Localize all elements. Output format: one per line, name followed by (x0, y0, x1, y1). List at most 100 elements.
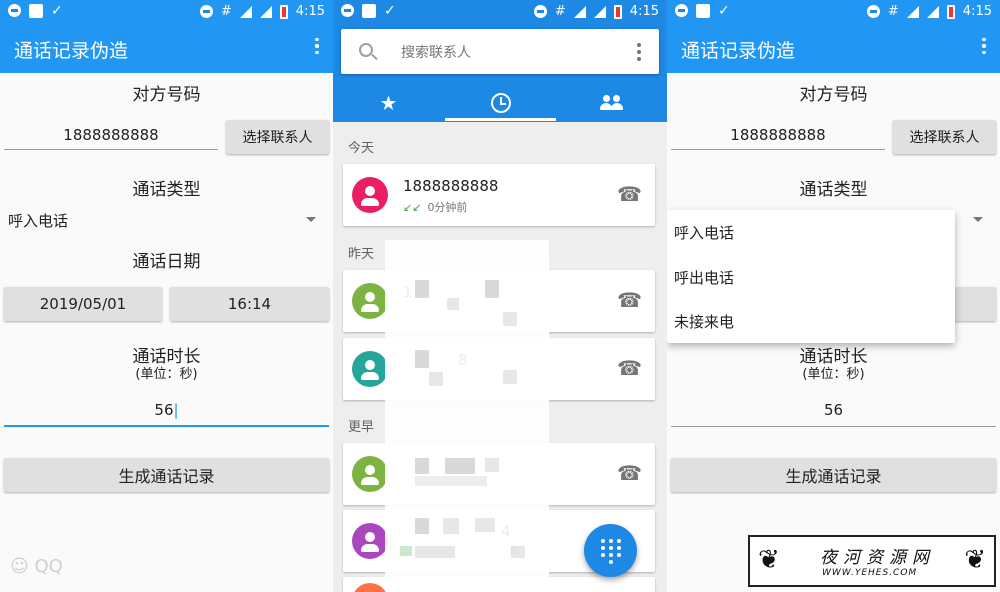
duration-unit: (单位：秒) (802, 367, 865, 382)
phone-icon[interactable]: ☎ (617, 358, 642, 378)
call-date-label: 通话日期 (132, 252, 201, 272)
date-picker-button[interactable]: 2019/05/01 (4, 287, 162, 321)
call-type-select[interactable]: 呼入电话 (8, 210, 320, 232)
dialer-header: ✓ # 4:15 搜索联系人 ★ (333, 0, 667, 122)
call-time: ↙↙ 0分钟前 (403, 201, 468, 214)
call-type-label: 通话类型 (799, 180, 868, 200)
dialpad-fab[interactable] (584, 524, 637, 577)
call-type-label: 通话类型 (132, 180, 201, 200)
check-icon: ✓ (384, 3, 396, 19)
call-number: 1888888888 (403, 177, 499, 195)
section-earlier: 更早 (348, 420, 375, 435)
avatar (352, 523, 388, 559)
phone-number-field[interactable]: 1888888888 (671, 126, 885, 150)
signal-icon (573, 5, 586, 18)
privacy-mosaic (385, 240, 549, 580)
search-icon (359, 43, 373, 57)
dropdown-arrow-icon (973, 217, 983, 222)
phone-label: 对方号码 (799, 85, 868, 105)
search-placeholder: 搜索联系人 (401, 45, 471, 61)
duration-unit: (单位：秒) (135, 367, 198, 382)
more-options-icon[interactable] (315, 38, 319, 54)
more-options-icon[interactable] (637, 43, 641, 61)
eye-icon (8, 4, 21, 17)
signal-icon (906, 5, 919, 18)
star-icon: ★ (379, 91, 398, 115)
call-type-dropdown-menu: 呼入电话 呼出电话 未接来电 (667, 210, 955, 343)
choose-contact-button[interactable]: 选择联系人 (893, 120, 996, 154)
tab-recents[interactable] (445, 84, 556, 122)
image-icon (29, 4, 43, 18)
generator-screen-2: ✓ # 4:15 通话记录伪造 对方号码 1888888888 选择联系人 通话… (667, 0, 1000, 592)
tab-contacts[interactable] (556, 84, 667, 122)
dropdown-arrow-icon (306, 217, 316, 222)
phone-icon[interactable]: ☎ (617, 463, 642, 483)
phone-icon[interactable]: ☎ (617, 290, 642, 310)
image-icon (696, 4, 710, 18)
status-bar: ✓ # 4:15 (0, 0, 333, 24)
generate-record-button[interactable]: 生成通话记录 (4, 458, 329, 492)
generate-record-button[interactable]: 生成通话记录 (671, 458, 996, 492)
image-icon (362, 4, 376, 18)
choose-contact-button[interactable]: 选择联系人 (226, 120, 329, 154)
site-logo: ❦ 夜河资源网 WWW.YEHES.COM ❦ (748, 535, 996, 587)
time-picker-button[interactable]: 16:14 (170, 287, 329, 321)
battery-icon (279, 4, 288, 19)
check-icon: ✓ (51, 3, 63, 19)
clock-icon (490, 93, 511, 113)
avatar (352, 177, 388, 213)
status-bar: ✓ # 4:15 (333, 0, 667, 24)
duration-field[interactable]: 56| (4, 401, 329, 427)
incoming-arrow-icon: ↙↙ (403, 201, 422, 214)
ornament-icon: ❦ (758, 545, 780, 575)
do-not-disturb-icon (533, 5, 547, 18)
avatar (352, 583, 388, 592)
people-icon (599, 95, 624, 111)
signal-icon (926, 5, 939, 18)
phone-label: 对方号码 (132, 85, 201, 105)
duration-field[interactable]: 56 (671, 401, 996, 427)
section-yesterday: 昨天 (348, 247, 375, 262)
battery-icon (946, 4, 955, 19)
app-title: 通话记录伪造 (681, 40, 796, 62)
avatar (352, 456, 388, 492)
signal-icon (593, 5, 606, 18)
generator-screen-1: ✓ # 4:15 通话记录伪造 对方号码 1888888888 选择联系人 通话… (0, 0, 333, 592)
menu-item-missed[interactable]: 未接来电 (674, 311, 734, 332)
hash-icon: # (887, 4, 899, 19)
more-options-icon[interactable] (982, 38, 986, 54)
do-not-disturb-icon (866, 5, 880, 18)
menu-item-incoming[interactable]: 呼入电话 (674, 222, 734, 243)
app-bar: ✓ # 4:15 通话记录伪造 (0, 0, 333, 73)
avatar (352, 351, 388, 387)
site-name-cn: 夜河资源网 (820, 548, 935, 568)
tab-favorites[interactable]: ★ (333, 84, 444, 122)
status-bar: ✓ # 4:15 (667, 0, 1000, 24)
status-time: 4:15 (295, 4, 325, 19)
ornament-icon: ❦ (964, 545, 986, 575)
phone-number-field[interactable]: 1888888888 (4, 126, 218, 150)
check-icon: ✓ (718, 3, 730, 19)
tab-indicator (445, 118, 556, 121)
status-time: 4:15 (629, 4, 659, 19)
battery-icon (613, 4, 622, 19)
status-time: 4:15 (962, 4, 992, 19)
eye-icon (341, 4, 354, 17)
phone-icon[interactable]: ☎ (617, 184, 642, 204)
do-not-disturb-icon (199, 5, 213, 18)
signal-icon (239, 5, 252, 18)
site-url: WWW.YEHES.COM (822, 568, 918, 578)
hash-icon: # (554, 4, 566, 19)
signal-icon (259, 5, 272, 18)
hash-icon: # (220, 4, 232, 19)
qq-watermark: ☺ QQ (10, 556, 63, 577)
call-type-value: 呼入电话 (8, 212, 69, 230)
menu-item-outgoing[interactable]: 呼出电话 (674, 267, 734, 288)
section-today: 今天 (348, 141, 375, 156)
eye-icon (675, 4, 688, 17)
app-bar: ✓ # 4:15 通话记录伪造 (667, 0, 1000, 73)
dialer-screen: ✓ # 4:15 搜索联系人 ★ 今天 1888888888 ↙↙ 0分钟前 ☎… (333, 0, 667, 592)
call-log-item[interactable]: 1888888888 ↙↙ 0分钟前 ☎ (343, 164, 655, 226)
avatar (352, 283, 388, 319)
contact-search-box[interactable]: 搜索联系人 (341, 29, 659, 74)
